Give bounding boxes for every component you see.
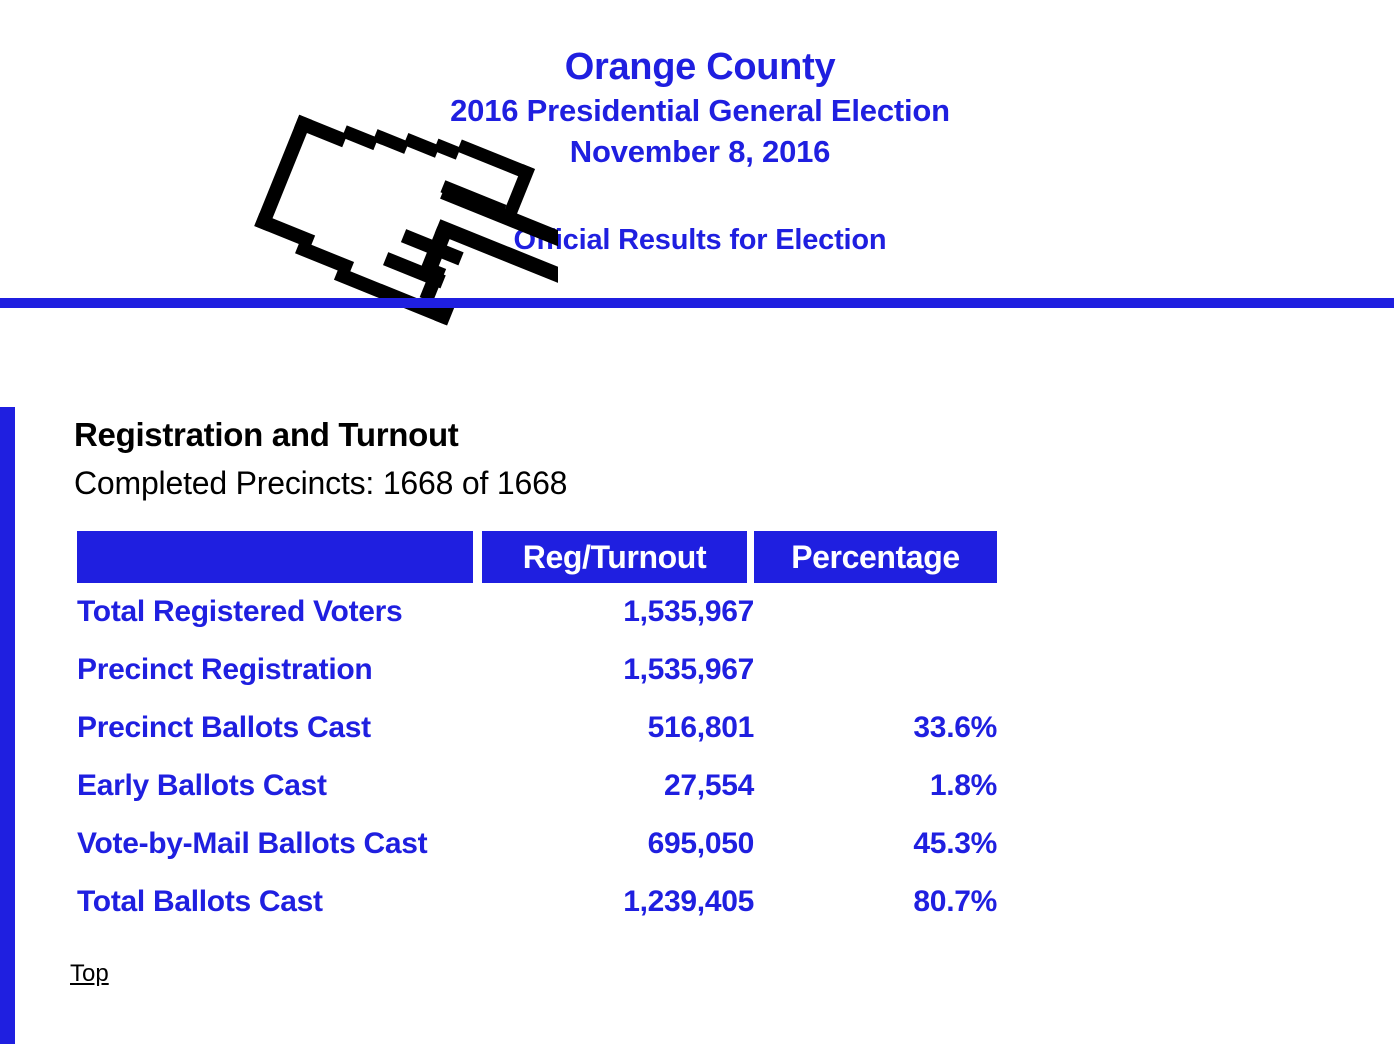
table-row: Vote-by-Mail Ballots Cast 695,050 45.3% (77, 815, 997, 873)
table-row: Early Ballots Cast 27,554 1.8% (77, 757, 997, 815)
row-label: Early Ballots Cast (77, 769, 327, 802)
row-label: Precinct Ballots Cast (77, 711, 371, 744)
row-value: 27,554 (664, 769, 754, 802)
row-percentage: 1.8% (929, 769, 997, 802)
top-link[interactable]: Top (70, 960, 109, 988)
row-value: 516,801 (647, 711, 755, 744)
row-percentage (754, 641, 997, 699)
table-body: Total Registered Voters 1,535,967 Precin… (77, 583, 997, 931)
row-label: Vote-by-Mail Ballots Cast (77, 827, 428, 860)
column-header-regturnout: Reg/Turnout (482, 531, 754, 583)
row-percentage: 33.6% (913, 711, 997, 744)
table-header: Reg/Turnout Percentage (77, 531, 997, 583)
page-title: Orange County (564, 46, 836, 88)
table-header-row: Reg/Turnout Percentage (77, 531, 997, 583)
column-header-percentage: Percentage (754, 531, 997, 583)
column-header-label (77, 531, 482, 583)
row-value: 1,239,405 (623, 885, 754, 918)
left-accent-bar (0, 407, 15, 1044)
page-header: Orange County 2016 Presidential General … (0, 0, 1394, 326)
row-percentage: 45.3% (913, 827, 997, 860)
row-value: 1,535,967 (623, 595, 754, 628)
row-value: 1,535,967 (623, 653, 754, 686)
table-row: Precinct Ballots Cast 516,801 33.6% (77, 699, 997, 757)
registration-turnout-table: Reg/Turnout Percentage Total Registered … (77, 531, 997, 931)
header-divider-rule (0, 298, 1394, 308)
row-label: Total Ballots Cast (77, 885, 323, 918)
table-row: Precinct Registration 1,535,967 (77, 641, 997, 699)
completed-precincts: Completed Precincts: 1668 of 1668 (74, 465, 568, 501)
row-value: 695,050 (647, 827, 755, 860)
row-label: Total Registered Voters (77, 595, 403, 628)
row-label: Precinct Registration (77, 653, 373, 686)
row-percentage (754, 583, 997, 641)
pointing-hand-icon (238, 108, 558, 348)
row-percentage: 80.7% (913, 885, 997, 918)
table-row: Total Ballots Cast 1,239,405 80.7% (77, 873, 997, 931)
section-title: Registration and Turnout (74, 416, 459, 453)
table-row: Total Registered Voters 1,535,967 (77, 583, 997, 641)
